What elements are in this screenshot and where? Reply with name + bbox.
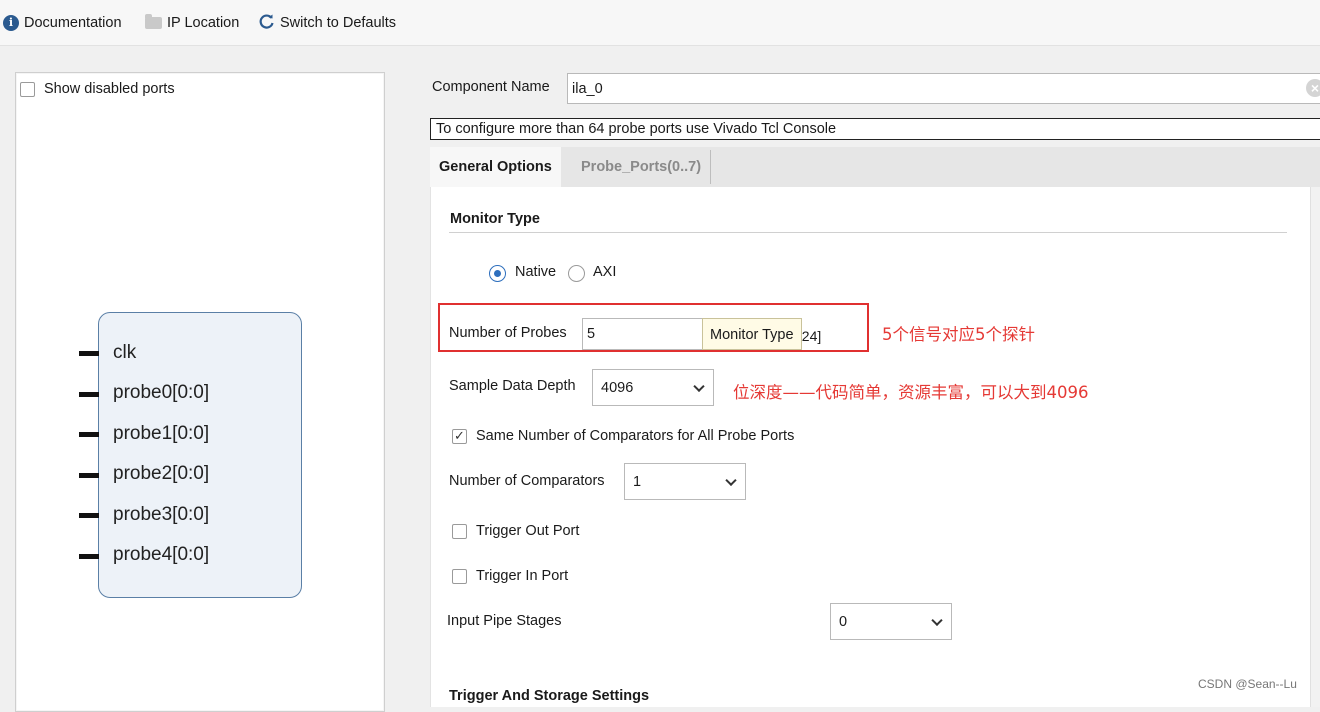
trigger-in-checkbox[interactable] <box>452 569 467 584</box>
probes-annotation: 5个信号对应5个探针 <box>882 325 1035 344</box>
chevron-down-icon <box>931 614 943 626</box>
folder-icon <box>145 14 162 29</box>
chevron-down-icon <box>725 474 737 486</box>
monitor-type-title: Monitor Type <box>450 211 540 227</box>
port-label-probe2: probe2[0:0] <box>113 463 210 484</box>
ip-location-label: IP Location <box>167 15 240 31</box>
probe-limit-banner: To configure more than 64 probe ports us… <box>430 118 1320 140</box>
same-comparators-checkbox[interactable] <box>452 428 467 444</box>
clear-icon[interactable]: × <box>1306 79 1320 97</box>
same-comparators-label: Same Number of Comparators for All Probe… <box>476 428 795 444</box>
highlight-box <box>438 303 869 352</box>
pipe-stages-label: Input Pipe Stages <box>447 613 562 629</box>
port-label-clk: clk <box>113 342 137 363</box>
switch-to-defaults-label: Switch to Defaults <box>280 15 397 31</box>
tab-probe-ports[interactable]: Probe_Ports(0..7) <box>572 150 712 184</box>
trigger-in-label: Trigger In Port <box>476 568 569 584</box>
num-comparators-label: Number of Comparators <box>449 473 605 489</box>
num-comparators-value: 1 <box>633 473 642 490</box>
documentation-label: Documentation <box>24 15 122 31</box>
port-pin <box>79 351 99 356</box>
pipe-stages-value: 0 <box>839 613 848 630</box>
native-radio[interactable] <box>489 265 506 282</box>
ip-location-button[interactable]: IP Location <box>145 12 239 34</box>
refresh-icon <box>258 13 275 34</box>
num-comparators-select[interactable]: 1 <box>624 463 746 500</box>
tab-general-options[interactable]: General Options <box>430 147 561 187</box>
sample-depth-select[interactable]: 4096 <box>592 369 714 406</box>
component-name-label: Component Name <box>432 79 550 95</box>
toolbar: i Documentation IP Location Switch to De… <box>0 0 1320 46</box>
native-radio-label: Native <box>515 264 557 280</box>
info-icon: i <box>3 15 19 31</box>
section-divider <box>449 232 1287 233</box>
pipe-stages-select[interactable]: 0 <box>830 603 952 640</box>
port-label-probe1: probe1[0:0] <box>113 423 210 444</box>
port-label-probe4: probe4[0:0] <box>113 544 210 565</box>
port-label-probe0: probe0[0:0] <box>113 382 210 403</box>
trigger-out-checkbox[interactable] <box>452 524 467 539</box>
port-pin <box>79 392 99 397</box>
documentation-button[interactable]: i Documentation <box>3 12 122 34</box>
port-pin <box>79 513 99 518</box>
port-pin <box>79 554 99 559</box>
show-disabled-ports-checkbox[interactable] <box>20 82 35 97</box>
trigger-out-label: Trigger Out Port <box>476 523 580 539</box>
sample-depth-label: Sample Data Depth <box>449 378 576 394</box>
tab-bar: General Options Probe_Ports(0..7) <box>430 147 1320 187</box>
sample-depth-value: 4096 <box>601 379 634 396</box>
port-pin <box>79 473 99 478</box>
port-pin <box>79 432 99 437</box>
port-label-probe3: probe3[0:0] <box>113 504 210 525</box>
show-disabled-ports-label: Show disabled ports <box>44 81 175 97</box>
chevron-down-icon <box>693 380 705 392</box>
component-name-input[interactable]: ila_0 <box>567 73 1320 104</box>
depth-annotation: 位深度——代码简单，资源丰富，可以大到4096 <box>733 383 1089 402</box>
axi-radio[interactable] <box>568 265 585 282</box>
trigger-storage-title: Trigger And Storage Settings <box>449 688 650 704</box>
vertical-scrollbar[interactable] <box>1310 187 1320 707</box>
switch-to-defaults-button[interactable]: Switch to Defaults <box>258 12 396 34</box>
watermark: CSDN @Sean--Lu <box>1198 677 1297 691</box>
axi-radio-label: AXI <box>593 264 617 280</box>
